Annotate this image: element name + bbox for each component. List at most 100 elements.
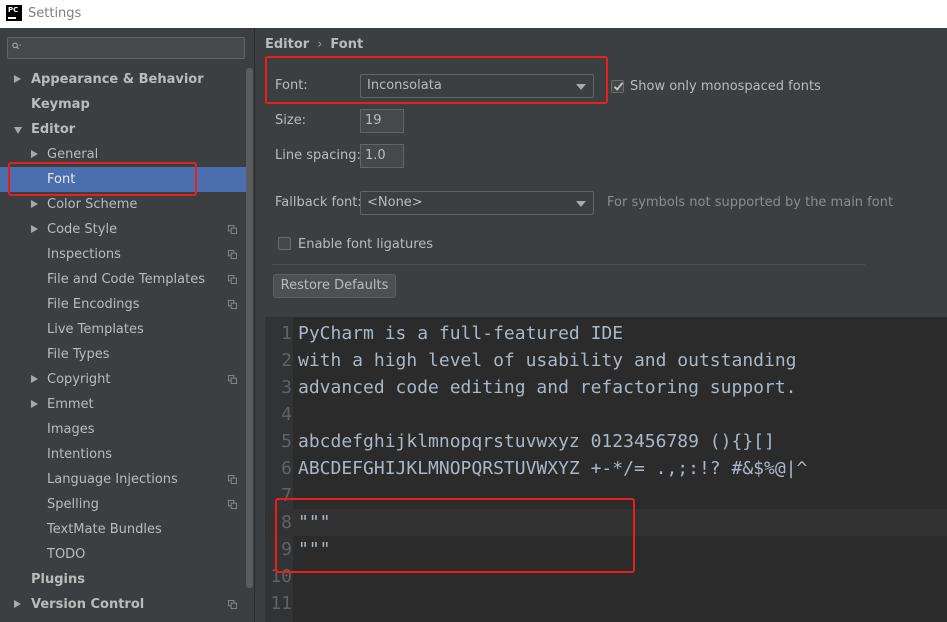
preview-line: 2 with a high level of usability and outs… xyxy=(265,347,947,374)
breadcrumb-parent: Editor xyxy=(265,37,310,52)
expand-arrow-right-icon[interactable] xyxy=(31,375,38,383)
line-text: PyCharm is a full-featured IDE xyxy=(298,323,624,344)
sidebar-item-version-control[interactable]: Version Control xyxy=(0,592,246,617)
project-scope-icon xyxy=(228,475,237,484)
sidebar-item-file-encodings[interactable]: File Encodings xyxy=(0,292,246,317)
restore-defaults-button[interactable]: Restore Defaults xyxy=(273,274,396,298)
divider xyxy=(272,264,865,265)
breadcrumb-current: Font xyxy=(330,37,364,52)
sidebar-item-intentions[interactable]: Intentions xyxy=(0,442,246,467)
line-number: 6 xyxy=(281,458,292,479)
sidebar-item-language-injections[interactable]: Language Injections xyxy=(0,467,246,492)
sidebar-item-spelling[interactable]: Spelling xyxy=(0,492,246,517)
sidebar-item-images[interactable]: Images xyxy=(0,417,246,442)
line-number: 2 xyxy=(281,350,292,371)
sidebar-item-editor[interactable]: Editor xyxy=(0,117,246,142)
project-scope-icon xyxy=(228,225,237,234)
line-text: ABCDEFGHIJKLMNOPQRSTUVWXYZ +-*/= .,;:!? … xyxy=(298,458,808,479)
app-icon-text: PC xyxy=(8,6,19,14)
line-number: 5 xyxy=(281,431,292,452)
sidebar-item-file-and-code-templates[interactable]: File and Code Templates xyxy=(0,267,246,292)
sidebar-item-label: Plugins xyxy=(31,572,85,587)
sidebar-item-label: Images xyxy=(47,422,95,437)
sidebar-item-label: File Encodings xyxy=(47,297,140,312)
sidebar-item-label: TextMate Bundles xyxy=(47,522,162,537)
sidebar-item-copyright[interactable]: Copyright xyxy=(0,367,246,392)
line-number: 4 xyxy=(281,404,292,425)
sidebar-item-keymap[interactable]: Keymap xyxy=(0,92,246,117)
preview-line: 4 xyxy=(265,401,947,428)
breadcrumb-separator: › xyxy=(317,37,323,52)
checkmark-icon xyxy=(613,82,624,91)
sidebar-item-label: File Types xyxy=(47,347,110,362)
annotation-box-docstring xyxy=(275,498,635,573)
project-scope-icon xyxy=(228,375,237,384)
preview-line: 6 ABCDEFGHIJKLMNOPQRSTUVWXYZ +-*/= .,;:!?… xyxy=(265,455,947,482)
search-box[interactable] xyxy=(7,37,245,59)
sidebar-item-file-types[interactable]: File Types xyxy=(0,342,246,367)
preview-line: 3 advanced code editing and refactoring s… xyxy=(265,374,947,401)
sidebar-item-appearance-behavior[interactable]: Appearance & Behavior xyxy=(0,67,246,92)
fallback-font-dropdown[interactable]: <None> xyxy=(360,191,594,215)
line-number: 11 xyxy=(270,593,292,614)
sidebar-item-label: Appearance & Behavior xyxy=(31,72,204,87)
ligatures-checkbox[interactable] xyxy=(278,237,291,250)
preview-line: 11 xyxy=(265,590,947,617)
sidebar-item-inspections[interactable]: Inspections xyxy=(0,242,246,267)
sidebar-item-label: Inspections xyxy=(47,247,121,262)
preview-line: 1 PyCharm is a full-featured IDE xyxy=(265,320,947,347)
line-text: advanced code editing and refactoring su… xyxy=(298,377,797,398)
annotation-box-font-item xyxy=(8,162,197,196)
sidebar-item-label: Language Injections xyxy=(47,472,178,487)
sidebar-item-label: Editor xyxy=(31,122,76,137)
title-bar: PC Settings xyxy=(0,0,947,28)
sidebar-item-label: File and Code Templates xyxy=(47,272,205,287)
sidebar-item-code-style[interactable]: Code Style xyxy=(0,217,246,242)
sidebar-item-todo[interactable]: TODO xyxy=(0,542,246,567)
search-input[interactable] xyxy=(32,39,238,57)
font-preview-editor[interactable]: 1 PyCharm is a full-featured IDE 2 with a h… xyxy=(265,317,947,622)
sidebar-scrollbar[interactable] xyxy=(246,68,253,588)
line-number: 3 xyxy=(281,377,292,398)
expand-arrow-right-icon[interactable] xyxy=(31,400,38,408)
expand-arrow-right-icon[interactable] xyxy=(31,200,38,208)
breadcrumb: Editor › Font xyxy=(265,37,363,52)
expand-arrow-right-icon[interactable] xyxy=(14,75,21,83)
preview-line: 5 abcdefghijklmnopqrstuvwxyz 0123456789 (… xyxy=(265,428,947,455)
project-scope-icon xyxy=(228,600,237,609)
settings-sidebar: Appearance & Behavior Keymap Editor General… xyxy=(0,28,255,622)
line-spacing-input[interactable]: 1.0 xyxy=(360,144,404,168)
chevron-down-icon xyxy=(576,201,586,207)
sidebar-item-textmate-bundles[interactable]: TextMate Bundles xyxy=(0,517,246,542)
annotation-box-font-dropdown xyxy=(265,56,608,104)
expand-arrow-right-icon[interactable] xyxy=(31,150,38,158)
fallback-font-value: <None> xyxy=(367,195,423,210)
expand-arrow-right-icon[interactable] xyxy=(31,225,38,233)
size-input[interactable]: 19 xyxy=(360,109,404,133)
project-scope-icon xyxy=(228,500,237,509)
fallback-font-hint: For symbols not supported by the main fo… xyxy=(607,195,894,210)
sidebar-item-plugins[interactable]: Plugins xyxy=(0,567,246,592)
line-number: 1 xyxy=(281,323,292,344)
expand-arrow-right-icon[interactable] xyxy=(14,600,21,608)
sidebar-item-label: Spelling xyxy=(47,497,99,512)
sidebar-item-label: Version Control xyxy=(31,597,145,612)
expand-arrow-down-icon[interactable] xyxy=(14,127,22,134)
ligatures-label[interactable]: Enable font ligatures xyxy=(298,237,433,252)
search-icon[interactable] xyxy=(12,41,22,51)
monospaced-checkbox[interactable] xyxy=(611,80,624,93)
monospaced-label[interactable]: Show only monospaced fonts xyxy=(630,79,821,94)
window-title: Settings xyxy=(28,6,82,21)
size-label: Size: xyxy=(275,113,307,128)
project-scope-icon xyxy=(228,275,237,284)
line-text: with a high level of usability and outst… xyxy=(298,350,797,371)
sidebar-item-label: Live Templates xyxy=(47,322,144,337)
sidebar-item-label: TODO xyxy=(47,547,86,562)
fallback-font-label: Fallback font: xyxy=(275,195,362,210)
sidebar-item-live-templates[interactable]: Live Templates xyxy=(0,317,246,342)
sidebar-item-emmet[interactable]: Emmet xyxy=(0,392,246,417)
sidebar-item-label: Copyright xyxy=(47,372,111,387)
sidebar-item-label: Emmet xyxy=(47,397,94,412)
line-text: abcdefghijklmnopqrstuvwxyz 0123456789 ()… xyxy=(298,431,775,452)
project-scope-icon xyxy=(228,250,237,259)
